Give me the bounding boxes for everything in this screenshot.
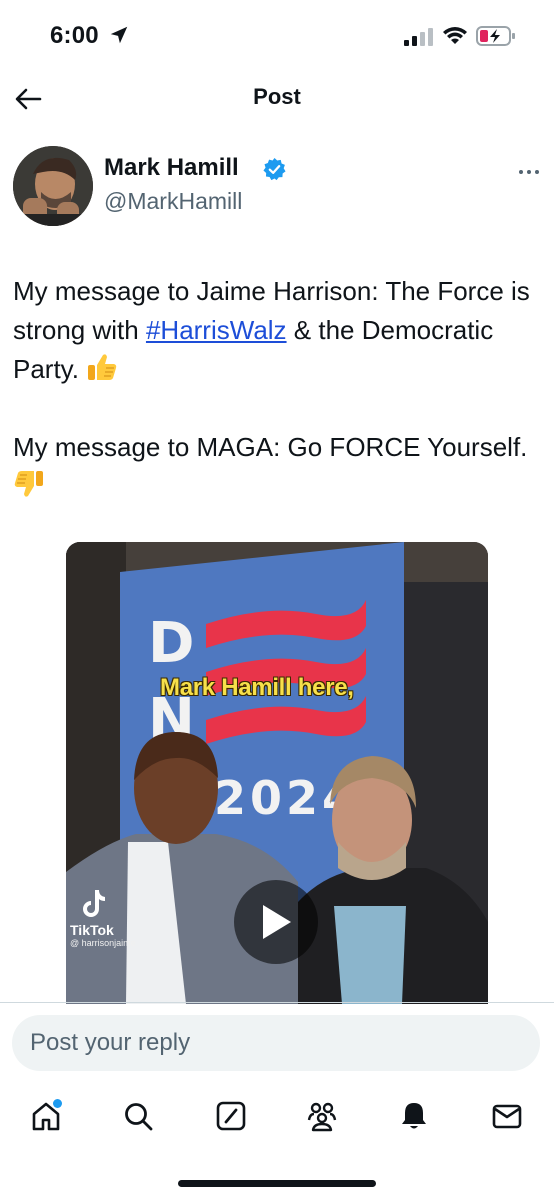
grok-icon: [216, 1101, 246, 1131]
top-header: Post: [0, 72, 554, 126]
thumbs-up-icon: [88, 354, 117, 380]
nav-search[interactable]: [118, 1096, 158, 1136]
more-options-icon[interactable]: [514, 160, 544, 184]
battery-charging-icon: [476, 26, 515, 46]
search-icon: [125, 1103, 153, 1131]
play-icon: [263, 905, 291, 939]
hashtag-link[interactable]: #HarrisWalz: [146, 315, 287, 345]
play-button[interactable]: [234, 880, 318, 964]
tiktok-handle: @ harrisonjaime: [70, 938, 136, 948]
tweet-text: My message to Jaime Harrison: The Force …: [13, 272, 543, 506]
tiktok-logo-icon: [83, 890, 105, 917]
verified-badge-icon: [263, 158, 286, 181]
video-media[interactable]: D N 2024 Mark Hamill here, TikTok @ harr…: [66, 542, 488, 1004]
status-time: 6:00: [50, 22, 99, 49]
nav-communities[interactable]: [302, 1096, 342, 1136]
tweet-text-part: My message to MAGA: Go FORCE Yourself.: [13, 432, 528, 462]
avatar[interactable]: [13, 146, 93, 226]
home-indicator: [178, 1180, 376, 1187]
author-name[interactable]: Mark Hamill: [104, 154, 239, 182]
nav-home[interactable]: [26, 1096, 66, 1136]
bottom-nav: [0, 1090, 554, 1146]
video-caption: Mark Hamill here,: [160, 674, 354, 701]
tiktok-label: TikTok: [70, 922, 114, 938]
wifi-icon: [443, 27, 467, 44]
nav-notifications[interactable]: [394, 1096, 434, 1136]
status-bar: 6:00: [0, 0, 554, 72]
reply-box[interactable]: [12, 1015, 540, 1071]
sign-letter-d: D: [148, 611, 194, 676]
home-notification-dot: [53, 1099, 62, 1108]
reply-input[interactable]: [12, 1015, 540, 1071]
notifications-icon: [402, 1103, 426, 1129]
location-arrow-icon: [110, 26, 128, 44]
messages-icon: [492, 1104, 522, 1129]
thumbs-down-icon: [14, 471, 43, 497]
avatar-image: [13, 146, 93, 226]
tweet-paragraph-2: My message to MAGA: Go FORCE Yourself.: [13, 428, 543, 506]
communities-icon: [307, 1102, 337, 1132]
divider: [0, 1002, 554, 1003]
nav-messages[interactable]: [487, 1096, 527, 1136]
tweet-paragraph-1: My message to Jaime Harrison: The Force …: [13, 272, 543, 389]
nav-grok[interactable]: [211, 1096, 251, 1136]
author-handle[interactable]: @MarkHamill: [104, 188, 242, 215]
cellular-signal-icon: [404, 28, 433, 46]
page-title: Post: [253, 84, 301, 109]
